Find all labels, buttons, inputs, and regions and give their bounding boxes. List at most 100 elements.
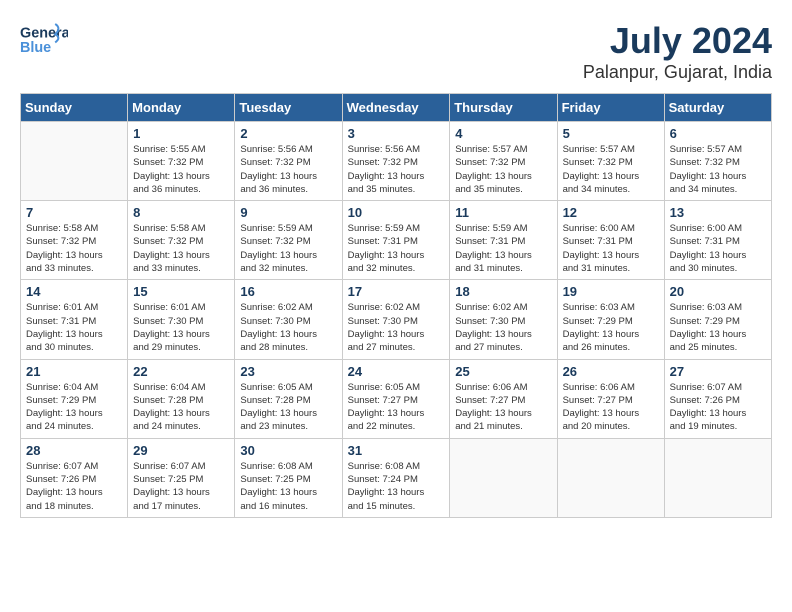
day-number: 8: [133, 205, 229, 220]
day-info: Sunrise: 6:02 AMSunset: 7:30 PMDaylight:…: [455, 301, 551, 354]
day-info: Sunrise: 6:06 AMSunset: 7:27 PMDaylight:…: [455, 381, 551, 434]
day-info: Sunrise: 5:56 AMSunset: 7:32 PMDaylight:…: [348, 143, 445, 196]
day-info: Sunrise: 6:03 AMSunset: 7:29 PMDaylight:…: [670, 301, 766, 354]
day-info: Sunrise: 6:05 AMSunset: 7:28 PMDaylight:…: [240, 381, 336, 434]
week-row-4: 21Sunrise: 6:04 AMSunset: 7:29 PMDayligh…: [21, 359, 772, 438]
day-info: Sunrise: 5:58 AMSunset: 7:32 PMDaylight:…: [133, 222, 229, 275]
svg-text:Blue: Blue: [20, 40, 51, 56]
calendar-cell: 2Sunrise: 5:56 AMSunset: 7:32 PMDaylight…: [235, 122, 342, 201]
calendar-cell: 9 Sunrise: 5:59 AMSunset: 7:32 PMDaylight…: [235, 201, 342, 280]
calendar-cell: 30 Sunrise: 6:08 AMSunset: 7:25 PMDayligh…: [235, 438, 342, 517]
day-number: 30: [240, 443, 336, 458]
calendar-cell: 4 Sunrise: 5:57 AMSunset: 7:32 PMDaylight…: [450, 122, 557, 201]
calendar-cell: 26 Sunrise: 6:06 AMSunset: 7:27 PMDayligh…: [557, 359, 664, 438]
calendar-cell: [557, 438, 664, 517]
day-number: 10: [348, 205, 445, 220]
calendar-cell: 22 Sunrise: 6:04 AMSunset: 7:28 PMDayligh…: [128, 359, 235, 438]
day-info: Sunrise: 6:03 AMSunset: 7:29 PMDaylight:…: [563, 301, 659, 354]
logo-icon: General Blue: [20, 20, 68, 60]
day-number: 6: [670, 126, 766, 141]
day-number: 1: [133, 126, 229, 141]
page-header: General Blue July 2024 Palanpur, Gujarat…: [20, 20, 772, 83]
calendar-cell: 23 Sunrise: 6:05 AMSunset: 7:28 PMDayligh…: [235, 359, 342, 438]
week-row-5: 28 Sunrise: 6:07 AMSunset: 7:26 PMDayligh…: [21, 438, 772, 517]
day-number: 27: [670, 364, 766, 379]
calendar-cell: 15 Sunrise: 6:01 AMSunset: 7:30 PMDayligh…: [128, 280, 235, 359]
day-number: 26: [563, 364, 659, 379]
weekday-header-tuesday: Tuesday: [235, 94, 342, 122]
day-info: Sunrise: 6:05 AMSunset: 7:27 PMDaylight:…: [348, 381, 445, 434]
day-info: Sunrise: 6:08 AMSunset: 7:24 PMDaylight:…: [348, 460, 445, 513]
day-number: 22: [133, 364, 229, 379]
weekday-header-row: SundayMondayTuesdayWednesdayThursdayFrid…: [21, 94, 772, 122]
calendar-cell: 11 Sunrise: 5:59 AMSunset: 7:31 PMDayligh…: [450, 201, 557, 280]
day-number: 18: [455, 284, 551, 299]
day-info: Sunrise: 6:01 AMSunset: 7:30 PMDaylight:…: [133, 301, 229, 354]
logo: General Blue: [20, 20, 68, 60]
day-info: Sunrise: 6:00 AMSunset: 7:31 PMDaylight:…: [563, 222, 659, 275]
day-info: Sunrise: 6:08 AMSunset: 7:25 PMDaylight:…: [240, 460, 336, 513]
calendar-cell: 20 Sunrise: 6:03 AMSunset: 7:29 PMDayligh…: [664, 280, 771, 359]
weekday-header-monday: Monday: [128, 94, 235, 122]
day-info: Sunrise: 6:00 AMSunset: 7:31 PMDaylight:…: [670, 222, 766, 275]
location-subtitle: Palanpur, Gujarat, India: [583, 62, 772, 83]
calendar-cell: 13Sunrise: 6:00 AMSunset: 7:31 PMDayligh…: [664, 201, 771, 280]
day-info: Sunrise: 6:02 AMSunset: 7:30 PMDaylight:…: [348, 301, 445, 354]
weekday-header-sunday: Sunday: [21, 94, 128, 122]
day-number: 25: [455, 364, 551, 379]
day-number: 17: [348, 284, 445, 299]
day-info: Sunrise: 6:04 AMSunset: 7:28 PMDaylight:…: [133, 381, 229, 434]
weekday-header-saturday: Saturday: [664, 94, 771, 122]
day-number: 16: [240, 284, 336, 299]
day-number: 19: [563, 284, 659, 299]
day-info: Sunrise: 6:01 AMSunset: 7:31 PMDaylight:…: [26, 301, 122, 354]
day-number: 24: [348, 364, 445, 379]
calendar-cell: 19 Sunrise: 6:03 AMSunset: 7:29 PMDayligh…: [557, 280, 664, 359]
day-number: 14: [26, 284, 122, 299]
day-info: Sunrise: 6:07 AMSunset: 7:26 PMDaylight:…: [26, 460, 122, 513]
calendar-cell: [450, 438, 557, 517]
month-year-title: July 2024: [583, 20, 772, 62]
day-number: 12: [563, 205, 659, 220]
weekday-header-wednesday: Wednesday: [342, 94, 450, 122]
day-info: Sunrise: 5:59 AMSunset: 7:32 PMDaylight:…: [240, 222, 336, 275]
calendar-cell: 21Sunrise: 6:04 AMSunset: 7:29 PMDayligh…: [21, 359, 128, 438]
calendar-cell: 24 Sunrise: 6:05 AMSunset: 7:27 PMDayligh…: [342, 359, 450, 438]
day-number: 29: [133, 443, 229, 458]
calendar-cell: 8 Sunrise: 5:58 AMSunset: 7:32 PMDaylight…: [128, 201, 235, 280]
calendar-cell: 28 Sunrise: 6:07 AMSunset: 7:26 PMDayligh…: [21, 438, 128, 517]
day-number: 5: [563, 126, 659, 141]
day-number: 4: [455, 126, 551, 141]
day-info: Sunrise: 6:02 AMSunset: 7:30 PMDaylight:…: [240, 301, 336, 354]
day-number: 21: [26, 364, 122, 379]
day-info: Sunrise: 5:57 AMSunset: 7:32 PMDaylight:…: [670, 143, 766, 196]
calendar-cell: 10Sunrise: 5:59 AMSunset: 7:31 PMDayligh…: [342, 201, 450, 280]
weekday-header-friday: Friday: [557, 94, 664, 122]
calendar-cell: 12 Sunrise: 6:00 AMSunset: 7:31 PMDayligh…: [557, 201, 664, 280]
calendar-cell: 27Sunrise: 6:07 AMSunset: 7:26 PMDayligh…: [664, 359, 771, 438]
day-number: 23: [240, 364, 336, 379]
day-info: Sunrise: 6:06 AMSunset: 7:27 PMDaylight:…: [563, 381, 659, 434]
day-info: Sunrise: 5:57 AMSunset: 7:32 PMDaylight:…: [455, 143, 551, 196]
day-number: 2: [240, 126, 336, 141]
calendar-cell: 14 Sunrise: 6:01 AMSunset: 7:31 PMDayligh…: [21, 280, 128, 359]
calendar-cell: 7Sunrise: 5:58 AMSunset: 7:32 PMDaylight…: [21, 201, 128, 280]
day-number: 15: [133, 284, 229, 299]
day-info: Sunrise: 6:07 AMSunset: 7:25 PMDaylight:…: [133, 460, 229, 513]
week-row-3: 14 Sunrise: 6:01 AMSunset: 7:31 PMDayligh…: [21, 280, 772, 359]
day-info: Sunrise: 5:59 AMSunset: 7:31 PMDaylight:…: [455, 222, 551, 275]
day-number: 28: [26, 443, 122, 458]
week-row-1: 1 Sunrise: 5:55 AMSunset: 7:32 PMDaylight…: [21, 122, 772, 201]
day-number: 9: [240, 205, 336, 220]
svg-text:General: General: [20, 26, 68, 42]
day-info: Sunrise: 5:55 AMSunset: 7:32 PMDaylight:…: [133, 143, 229, 196]
calendar-cell: 31Sunrise: 6:08 AMSunset: 7:24 PMDayligh…: [342, 438, 450, 517]
calendar-cell: 5Sunrise: 5:57 AMSunset: 7:32 PMDaylight…: [557, 122, 664, 201]
calendar-cell: [21, 122, 128, 201]
day-number: 20: [670, 284, 766, 299]
calendar-cell: [664, 438, 771, 517]
day-number: 11: [455, 205, 551, 220]
day-number: 3: [348, 126, 445, 141]
calendar-cell: 16 Sunrise: 6:02 AMSunset: 7:30 PMDayligh…: [235, 280, 342, 359]
calendar-cell: 25 Sunrise: 6:06 AMSunset: 7:27 PMDayligh…: [450, 359, 557, 438]
